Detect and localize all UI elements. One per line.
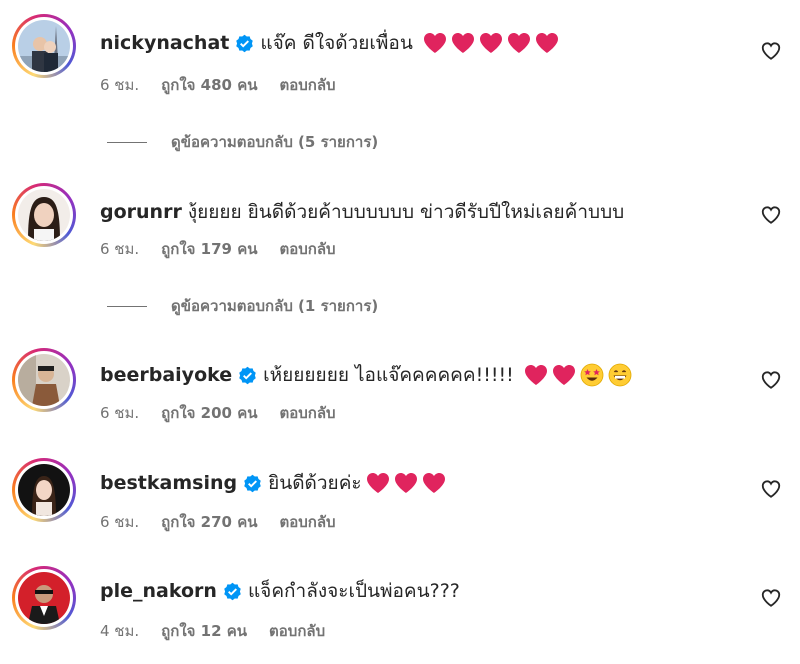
comment-time: 6 ชม. [100,404,140,422]
view-replies-button[interactable]: ดูข้อความตอบกลับ (1 รายการ) [107,295,378,317]
red-heart-icon [423,33,446,53]
comment-time: 4 ชม. [100,622,140,640]
like-count[interactable]: ถูกใจ 270 คน [161,510,257,534]
username[interactable]: ple_nakorn [100,580,217,602]
red-heart-icon [524,365,547,385]
like-count[interactable]: ถูกใจ 480 คน [161,73,257,97]
view-replies-label: ดูข้อความตอบกลับ (1 รายการ) [171,297,379,315]
comment-text: เห้ยยยยยย ไอแจ๊คคคคคค!!!!! [263,364,514,386]
avatar[interactable] [12,14,76,78]
avatar[interactable] [12,183,76,247]
heart-outline-icon[interactable] [760,587,782,609]
red-heart-icon [422,473,445,493]
view-replies-label: ดูข้อความตอบกลับ (5 รายการ) [171,133,379,151]
username[interactable]: beerbaiyoke [100,364,232,386]
heart-outline-icon[interactable] [760,204,782,226]
like-count[interactable]: ถูกใจ 200 คน [161,401,257,425]
comment-text: งุ้ยยยย ยินดีด้วยค้าบบบบบบ ข่าวดีรับปีให… [187,201,625,223]
heart-outline-icon[interactable] [760,369,782,391]
view-replies-button[interactable]: ดูข้อความตอบกลับ (5 รายการ) [107,131,378,153]
divider [107,305,147,307]
heart-outline-icon[interactable] [760,40,782,62]
avatar[interactable] [12,458,76,522]
reply-button[interactable]: ตอบกลับ [279,237,335,261]
avatar[interactable] [12,566,76,630]
red-heart-icon [507,33,530,53]
red-heart-icon [479,33,502,53]
like-count[interactable]: ถูกใจ 12 คน [161,619,247,643]
comment-time: 6 ชม. [100,240,140,258]
star-struck-icon [580,363,604,387]
username[interactable]: bestkamsing [100,472,237,494]
reply-button[interactable]: ตอบกลับ [279,73,335,97]
like-count[interactable]: ถูกใจ 179 คน [161,237,257,261]
divider [107,141,147,143]
red-heart-icon [394,473,417,493]
red-heart-icon [366,473,389,493]
comment-text: แจ๊ค ดีใจด้วยเพื่อน [260,32,413,54]
username[interactable]: nickynachat [100,32,229,54]
verified-badge-icon [224,582,241,600]
grinning-face-icon [608,363,632,387]
reply-button[interactable]: ตอบกลับ [269,619,325,643]
heart-outline-icon[interactable] [760,478,782,500]
red-heart-icon [552,365,575,385]
comment-text: แจ็คกำลังจะเป็นพ่อคน??? [247,580,460,602]
reply-button[interactable]: ตอบกลับ [279,401,335,425]
comment-time: 6 ชม. [100,76,140,94]
verified-badge-icon [244,474,261,492]
username[interactable]: gorunrr [100,201,182,223]
comment-text: ยินดีด้วยค่ะ [268,472,362,494]
reply-button[interactable]: ตอบกลับ [279,510,335,534]
verified-badge-icon [239,366,256,384]
red-heart-icon [535,33,558,53]
avatar[interactable] [12,348,76,412]
comment-time: 6 ชม. [100,513,140,531]
verified-badge-icon [236,34,254,52]
red-heart-icon [451,33,474,53]
